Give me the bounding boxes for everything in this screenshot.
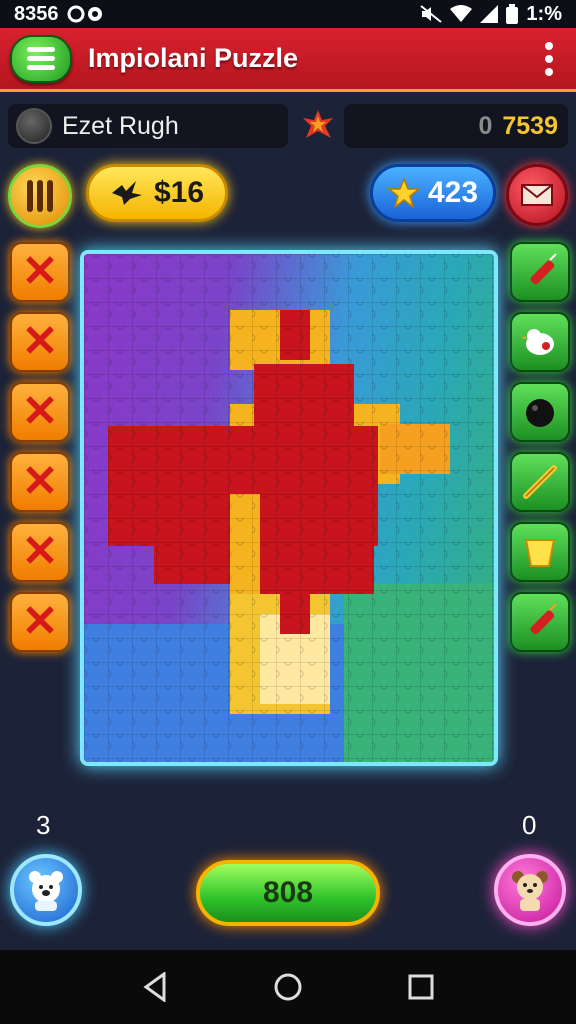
right-counter: 0 — [522, 810, 537, 840]
tool-dynamite-button[interactable] — [510, 242, 570, 302]
dynamite-icon — [530, 603, 557, 635]
coin-label: $16 — [153, 176, 205, 209]
cancel-button[interactable]: ✕ — [10, 592, 70, 652]
stick-icon — [523, 465, 557, 499]
app-title: Impiolani Puzzle — [88, 43, 299, 73]
tool-chicken-button[interactable] — [510, 312, 570, 372]
chicken-icon — [521, 329, 554, 355]
pause-button[interactable] — [8, 164, 72, 228]
tool-dynamite-button[interactable] — [510, 592, 570, 652]
mute-icon — [420, 5, 443, 23]
bear-mascot-button[interactable] — [10, 854, 82, 926]
cancel-button[interactable]: ✕ — [10, 312, 70, 372]
score-prefix: 0 — [478, 111, 493, 140]
bomb-icon — [526, 399, 554, 427]
player-panel: Ezet Rugh — [8, 104, 288, 148]
avatar[interactable] — [16, 108, 52, 144]
dog-icon — [512, 871, 548, 911]
dynamite-icon — [530, 253, 557, 285]
signal-icon — [480, 5, 499, 23]
cancel-button[interactable]: ✕ — [10, 242, 70, 302]
tool-bomb-button[interactable] — [510, 382, 570, 442]
battery-icon — [506, 4, 519, 24]
home-icon[interactable] — [273, 972, 303, 1002]
score-panel: 0 7539 — [344, 104, 568, 148]
bucket-icon — [524, 539, 556, 567]
cancel-button[interactable]: ✕ — [10, 382, 70, 442]
menu-button[interactable] — [10, 34, 72, 83]
bear-icon — [29, 871, 63, 911]
cancel-button[interactable]: ✕ — [10, 452, 70, 512]
wifi-icon — [450, 5, 473, 22]
notification-icon — [67, 5, 102, 23]
bird-icon — [111, 181, 142, 205]
player-name: Ezet Rugh — [62, 111, 179, 140]
score-value: 7539 — [502, 111, 558, 140]
left-counter: 3 — [36, 810, 51, 840]
status-battery-text: 1:% — [526, 2, 562, 25]
tool-stick-button[interactable] — [510, 452, 570, 512]
puzzle-image — [84, 254, 494, 762]
mail-button[interactable] — [506, 164, 568, 226]
left-action-column: ✕ ✕ ✕ ✕ ✕ ✕ — [10, 242, 70, 652]
status-time: 8356 — [14, 2, 59, 25]
app-bar: Impiolani Puzzle — [0, 28, 576, 92]
burst-icon — [303, 110, 333, 138]
back-icon[interactable] — [142, 972, 168, 1002]
puzzle-board[interactable] — [80, 250, 498, 766]
dog-mascot-button[interactable] — [494, 854, 566, 926]
recents-icon[interactable] — [408, 974, 434, 1000]
system-nav-bar — [0, 950, 576, 1024]
right-tool-column — [510, 242, 570, 652]
action-label: 808 — [262, 876, 314, 909]
star-label: 423 — [427, 176, 479, 209]
star-counter[interactable]: 423 — [370, 164, 496, 222]
tool-bucket-button[interactable] — [510, 522, 570, 582]
coin-counter[interactable]: $16 — [86, 164, 228, 222]
star-icon — [387, 178, 420, 208]
more-options-icon[interactable] — [534, 41, 564, 76]
cancel-button[interactable]: ✕ — [10, 522, 70, 582]
action-button[interactable]: 808 — [196, 860, 380, 926]
status-bar: 8356 1:% — [0, 0, 576, 28]
mail-icon — [521, 184, 553, 206]
